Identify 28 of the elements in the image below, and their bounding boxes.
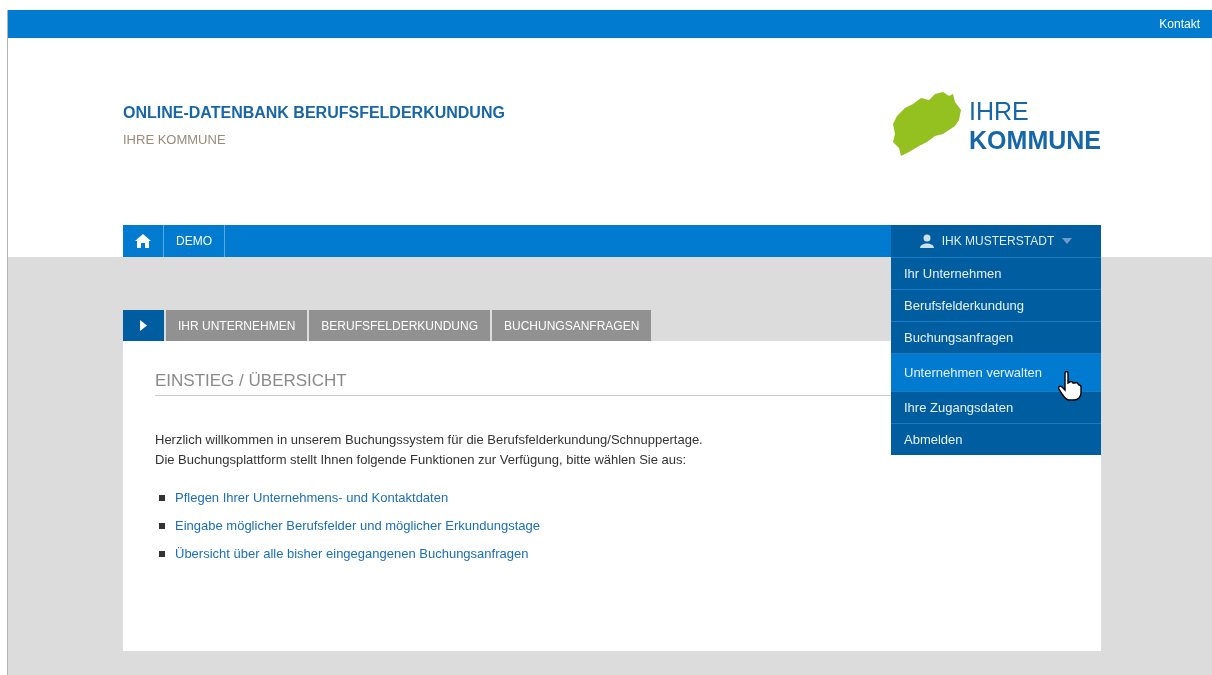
caret-icon — [1062, 238, 1073, 244]
bullet-icon — [159, 522, 165, 529]
user-name: IHK MUSTERSTADT — [941, 234, 1055, 248]
bullet-icon — [159, 494, 165, 501]
logo-text: IHRE — [969, 97, 1030, 126]
user-menu-button[interactable]: IHK MUSTERSTADT — [891, 225, 1101, 257]
user-icon — [919, 234, 934, 248]
play-icon — [140, 320, 147, 331]
tab[interactable]: BERUFSFELDERKUNDUNG — [309, 310, 491, 341]
tab[interactable]: BUCHUNGSANFRAGEN — [492, 310, 652, 341]
feature-link[interactable]: Pflegen Ihrer Unternehmens- und Kontaktdaten — [175, 490, 449, 505]
bullet-icon — [159, 550, 165, 557]
site-title: ONLINE-DATENBANK BERUFSFELDERKUNDUNG — [123, 104, 505, 122]
tab[interactable]: IHR UNTERNEHMEN — [166, 310, 308, 341]
hand-cursor-icon — [1058, 371, 1082, 401]
feature-link[interactable]: Eingabe möglicher Berufsfelder und möglicher Erkundungstage — [175, 518, 540, 533]
logo-text: KOMMUNE — [969, 126, 1101, 155]
feature-link[interactable]: Übersicht über alle bisher eingegangenen Buchungsanfragen — [175, 546, 529, 561]
menu-item[interactable]: Ihr Unternehmen — [891, 257, 1101, 289]
menu-item[interactable]: Berufsfelderkundung — [891, 289, 1101, 321]
menu-item[interactable]: Unternehmen verwalten — [891, 353, 1101, 391]
intro-text: Herzlich willkommen in unserem Buchungssystem für die Berufsfelderkundung/Schnuppertage. — [155, 431, 703, 449]
contact-link[interactable]: Kontakt — [1159, 17, 1200, 31]
site-subtitle: IHRE KOMMUNE — [123, 132, 227, 147]
start-tab[interactable] — [123, 310, 164, 341]
intro-text: Die Buchungsplattform stellt Ihnen folgende Funktionen zur Verfügung, bitte wählen Sie aus: — [155, 451, 687, 469]
nav-link[interactable]: DEMO — [164, 225, 225, 257]
home-icon — [135, 234, 151, 248]
